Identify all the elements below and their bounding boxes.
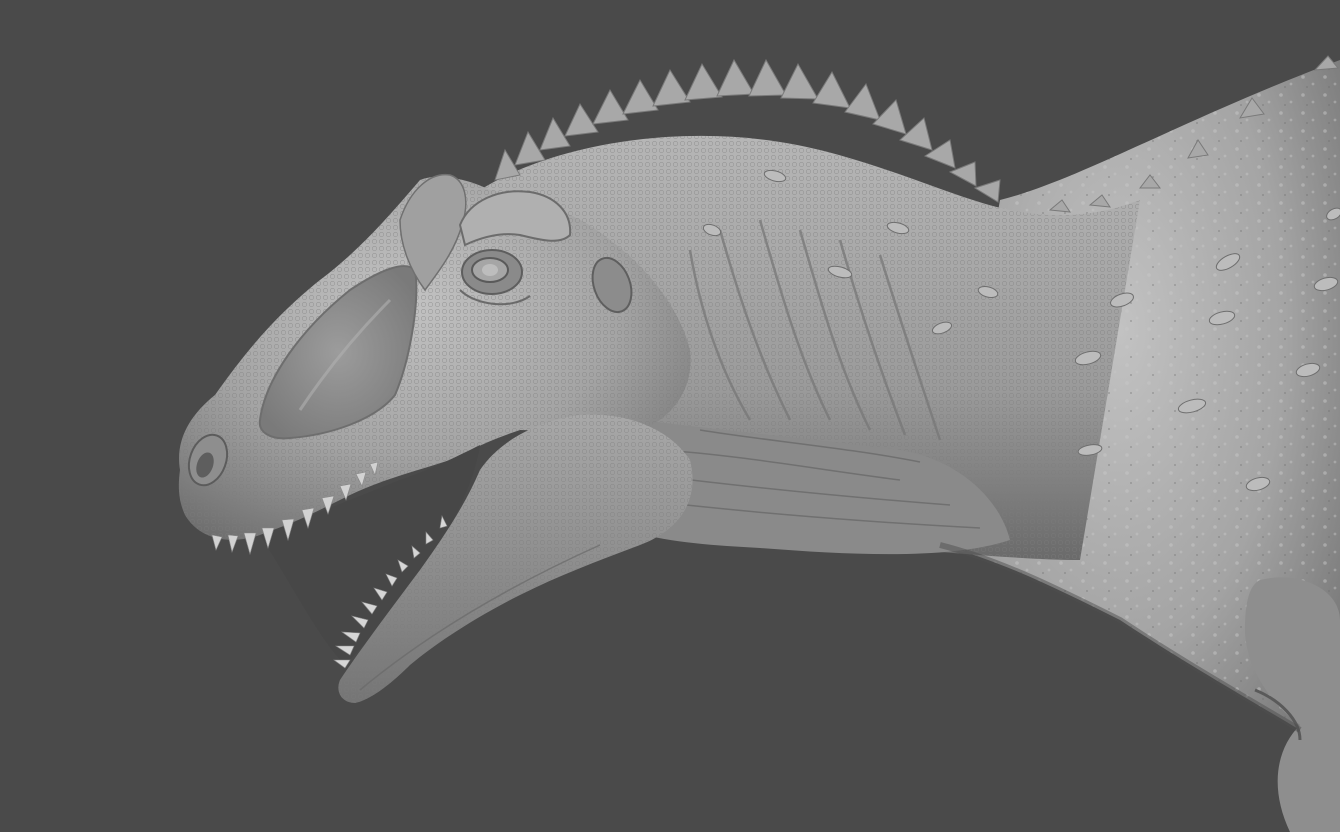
sculpt-viewport[interactable] xyxy=(0,0,1340,832)
dinosaur-sculpt xyxy=(178,55,1340,832)
